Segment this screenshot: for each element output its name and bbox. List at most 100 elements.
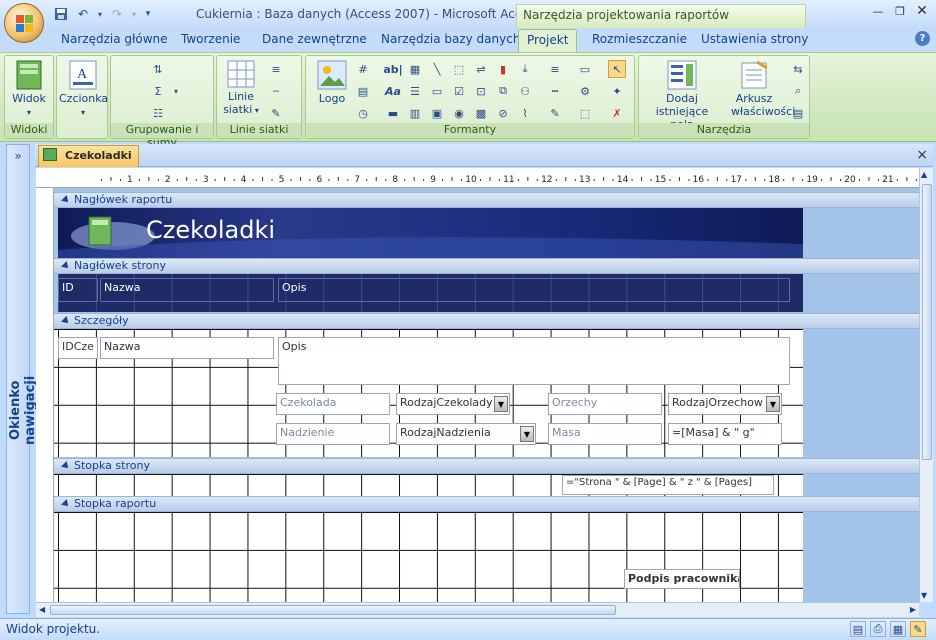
page-header-description[interactable]: Opis: [278, 278, 790, 302]
line-thickness-icon[interactable]: ≡: [546, 60, 564, 78]
chevron-down-icon[interactable]: ▼: [766, 396, 780, 412]
tab-design[interactable]: Projekt: [518, 29, 578, 53]
title-icon[interactable]: ▤: [354, 82, 372, 100]
tab-arrange[interactable]: Rozmieszczanie: [592, 32, 687, 46]
horizontal-scrollbar[interactable]: ◀ ▶: [36, 602, 919, 617]
set-control-defaults-icon[interactable]: ⚙: [576, 82, 594, 100]
hide-details-icon[interactable]: ☷: [149, 104, 167, 122]
section-bar-detail[interactable]: Szczegóły: [54, 313, 919, 329]
report-view-icon[interactable]: ▤: [850, 621, 866, 637]
bound-object-icon[interactable]: ⬚: [450, 60, 468, 78]
date-time-icon[interactable]: ◷: [354, 104, 372, 122]
add-existing-fields-button[interactable]: Dodajistniejące pola: [643, 60, 721, 131]
section-bar-report-header[interactable]: Nagłówek raportu: [54, 192, 919, 208]
font-button[interactable]: A Czcionka ▾: [59, 60, 108, 118]
hyperlink-icon[interactable]: ⚇: [516, 82, 534, 100]
chocolate-combo[interactable]: RodzajCzekolady: [396, 393, 510, 415]
view-code-icon[interactable]: ⌕: [789, 82, 807, 100]
filling-combo[interactable]: RodzajNadzienia: [396, 423, 536, 445]
restore-icon[interactable]: ❐: [890, 3, 910, 19]
minimize-icon[interactable]: —: [868, 3, 888, 19]
attachment-clip-icon[interactable]: ⌇: [516, 104, 534, 122]
section-bar-page-header[interactable]: Nagłówek strony: [54, 258, 919, 274]
horizontal-scroll-thumb[interactable]: [50, 605, 616, 615]
view-button[interactable]: Widok ▾: [9, 60, 49, 118]
redo-dropdown-icon[interactable]: ▾: [130, 5, 138, 23]
special-effect-icon[interactable]: ▭: [576, 60, 594, 78]
use-control-wizards-icon[interactable]: ✦: [608, 82, 626, 100]
unbound-object-icon[interactable]: ⧉: [494, 82, 512, 100]
line-type-icon[interactable]: ┄: [267, 82, 285, 100]
nav-pane-toggle-icon[interactable]: »: [6, 145, 30, 167]
line-width-icon[interactable]: ≡: [267, 60, 285, 78]
list-box-icon[interactable]: ☰: [406, 82, 424, 100]
property-sheet-button[interactable]: Arkusz właściwości: [731, 60, 795, 118]
tab-order-icon[interactable]: ⇆: [789, 60, 807, 78]
vertical-scrollbar[interactable]: ▲ ▼: [919, 168, 933, 602]
checkbox-icon[interactable]: ☑: [450, 82, 468, 100]
office-button[interactable]: [4, 3, 44, 43]
nuts-combo[interactable]: RodzajOrzechow: [668, 393, 782, 415]
vertical-ruler[interactable]: [36, 188, 54, 602]
subreport-icon[interactable]: ▥: [406, 104, 424, 122]
image-icon[interactable]: ▩: [472, 104, 490, 122]
page-break-icon[interactable]: ⤓: [516, 60, 534, 78]
close-document-icon[interactable]: ×: [916, 147, 928, 163]
vertical-scroll-thumb[interactable]: [922, 184, 932, 460]
tab-page-setup[interactable]: Ustawienia strony: [701, 32, 808, 46]
totals-icon[interactable]: Σ: [149, 82, 167, 100]
line-style-icon[interactable]: ┅: [546, 82, 564, 100]
scroll-up-icon[interactable]: ▲: [921, 170, 927, 179]
design-view-icon[interactable]: ✎: [910, 621, 926, 637]
help-icon[interactable]: ?: [915, 31, 930, 46]
chevron-down-icon[interactable]: ▼: [494, 396, 508, 412]
signature-label[interactable]: Podpis pracownika: [624, 569, 740, 589]
convert-macros-icon[interactable]: ▤: [789, 104, 807, 122]
line-icon[interactable]: ╲: [428, 60, 446, 78]
chart-icon[interactable]: ▮: [494, 60, 512, 78]
line-color-icon[interactable]: ✎: [267, 104, 285, 122]
group-sort-icon[interactable]: ⇅: [149, 60, 167, 78]
detail-name-field[interactable]: Nazwa: [100, 337, 274, 359]
line-color-controls-icon[interactable]: ✎: [546, 104, 564, 122]
scroll-right-icon[interactable]: ▶: [910, 605, 916, 614]
combo-box-icon[interactable]: ▦: [406, 60, 424, 78]
report-title[interactable]: Czekoladki: [146, 216, 275, 244]
rectangle-icon[interactable]: ▭: [428, 82, 446, 100]
layout-view-icon[interactable]: ▦: [890, 621, 906, 637]
option-group-icon[interactable]: ▣: [428, 104, 446, 122]
activex-control-icon[interactable]: ✗: [608, 104, 626, 122]
section-bar-report-footer[interactable]: Stopka raportu: [54, 496, 919, 512]
tab-create[interactable]: Tworzenie: [181, 32, 240, 46]
tab-database-tools[interactable]: Narzędzia bazy danych: [381, 32, 520, 46]
save-icon[interactable]: [52, 5, 70, 23]
totals-dropdown-icon[interactable]: ▾: [167, 82, 185, 100]
textbox-icon[interactable]: ab|: [383, 60, 402, 78]
chevron-down-icon[interactable]: ▼: [520, 426, 534, 442]
chocolate-label[interactable]: Czekolada: [276, 393, 390, 415]
select-pointer-icon[interactable]: ↖: [608, 60, 626, 78]
horizontal-ruler[interactable]: 12345678910111213141516171819202122: [36, 168, 936, 188]
logo-button[interactable]: Logo: [312, 60, 352, 105]
mass-label[interactable]: Masa: [548, 423, 662, 445]
mass-expression[interactable]: =[Masa] & " g": [668, 423, 782, 445]
toggle-button-icon[interactable]: ⇌: [472, 60, 490, 78]
tab-external-data[interactable]: Dane zewnętrzne: [262, 32, 367, 46]
tab-home[interactable]: Narzędzia główne: [61, 32, 168, 46]
scroll-down-icon[interactable]: ▼: [921, 591, 927, 600]
nuts-label[interactable]: Orzechy: [548, 393, 662, 415]
redo-icon[interactable]: ↷: [108, 5, 126, 23]
section-bar-page-footer[interactable]: Stopka strony: [54, 458, 919, 474]
detail-id-field[interactable]: IDCze: [58, 337, 98, 359]
detail-description-field[interactable]: Opis: [278, 337, 790, 385]
page-numbers-icon[interactable]: #: [354, 60, 372, 78]
undo-icon[interactable]: ↶: [74, 5, 92, 23]
close-icon[interactable]: ✕: [912, 3, 932, 19]
button-control-icon[interactable]: ▬: [384, 104, 402, 122]
option-button-icon[interactable]: ◉: [450, 104, 468, 122]
select-all-icon[interactable]: ⬚: [576, 104, 594, 122]
attachment-icon[interactable]: ⊘: [494, 104, 512, 122]
page-header-id[interactable]: ID: [58, 278, 98, 302]
page-number-expression[interactable]: ="Strona " & [Page] & " z " & [Pages]: [562, 475, 774, 495]
gridlines-button[interactable]: Linie siatki ▾: [221, 60, 261, 116]
